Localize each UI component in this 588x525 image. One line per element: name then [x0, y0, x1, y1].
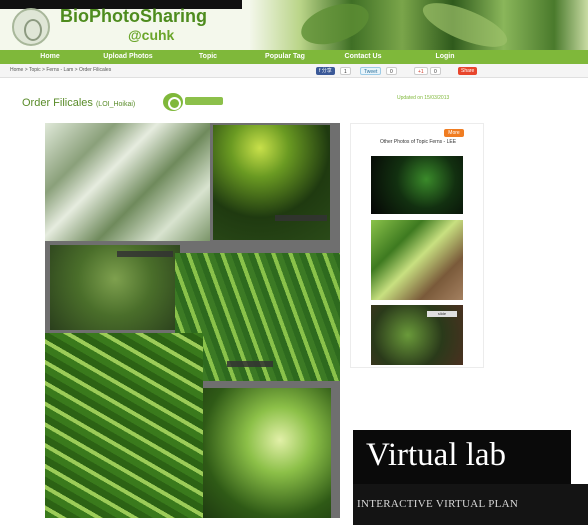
site-header: BioPhotoSharing @cuhk — [0, 0, 588, 50]
site-name[interactable]: BioPhotoSharing — [60, 6, 207, 27]
nav-item-topic[interactable]: Topic — [156, 50, 260, 64]
site-subname: @cuhk — [128, 27, 175, 43]
watermark-title: Virtual lab — [366, 437, 507, 473]
fern-photo-bush[interactable] — [50, 245, 180, 330]
thumbnail-label: slide — [427, 311, 457, 317]
fern-photo-frond-closeup[interactable] — [45, 333, 203, 518]
watermark-title-box: Virtual lab — [353, 430, 571, 484]
fern-photo-fiddlehead[interactable] — [213, 125, 330, 240]
related-photo-thumbnail[interactable] — [371, 156, 463, 214]
topic-badge[interactable] — [185, 97, 223, 105]
related-photos-panel: More Other Photos of Topic Ferns - LEE s… — [350, 123, 484, 368]
watermark-strip: INTERACTIVE VIRTUAL PLAN — [353, 484, 588, 525]
nav-item-contact-us[interactable]: Contact Us — [310, 50, 416, 64]
watermark-subtitle: INTERACTIVE VIRTUAL PLAN — [357, 498, 519, 510]
photo-caption-bar — [117, 251, 173, 257]
share-button[interactable]: Share — [458, 67, 478, 75]
photo-caption-bar — [227, 361, 273, 367]
related-photo-thumbnail[interactable]: slide — [371, 305, 463, 365]
breadcrumb[interactable]: Home > Topic > Ferns - Lam > Order Filic… — [10, 67, 111, 73]
nav-item-popular-tag[interactable]: Popular Tag — [260, 50, 310, 64]
tweet-count: 0 — [386, 67, 397, 75]
fern-photo-fronds[interactable] — [45, 123, 210, 241]
gplus-button[interactable]: +1 — [414, 67, 428, 75]
virtual-lab-watermark: Virtual lab INTERACTIVE VIRTUAL PLAN — [353, 430, 588, 525]
facebook-share-button[interactable]: f 分享 — [316, 67, 335, 75]
page-title: Order Filicales (LOI_Hoikai) — [22, 97, 135, 109]
site-logo-icon[interactable] — [12, 8, 50, 46]
tweet-button[interactable]: Tweet — [360, 67, 382, 75]
topic-icon[interactable] — [163, 93, 183, 111]
updated-date: Updated on 15/03/2013 — [397, 95, 450, 101]
header-banner-image — [250, 0, 588, 50]
gplus-count: 0 — [430, 67, 441, 75]
photo-caption-bar — [275, 215, 327, 221]
more-button[interactable]: More — [444, 129, 464, 137]
photo-collage — [45, 123, 340, 518]
fern-photo-young-frond[interactable] — [203, 388, 331, 518]
facebook-count: 1 — [340, 67, 351, 75]
page-title-text: Order Filicales — [22, 97, 93, 109]
related-photos-title: Other Photos of Topic Ferns - LEE — [379, 139, 457, 145]
nav-item-upload-photos[interactable]: Upload Photos — [100, 50, 156, 64]
nav-item-home[interactable]: Home — [0, 50, 100, 64]
main-nav: Home Upload Photos Topic Popular Tag Con… — [0, 50, 588, 64]
page-title-author: (LOI_Hoikai) — [95, 101, 136, 108]
breadcrumb-bar: Home > Topic > Ferns - Lam > Order Filic… — [0, 64, 588, 78]
related-photo-thumbnail[interactable] — [371, 220, 463, 300]
nav-item-login[interactable]: Login — [416, 50, 474, 64]
